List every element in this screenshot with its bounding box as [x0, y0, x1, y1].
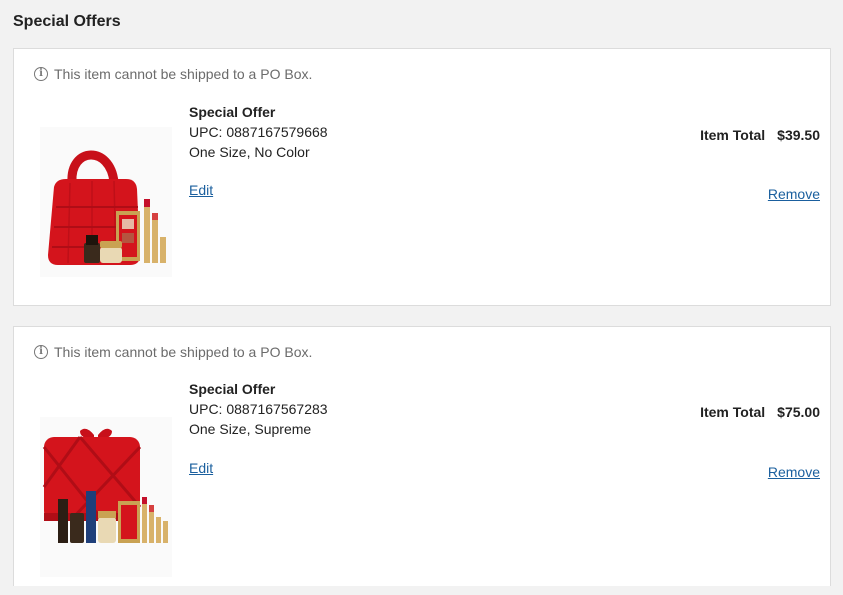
cart-item-card: i This item cannot be shipped to a PO Bo…: [13, 326, 831, 586]
shipping-notice-text: This item cannot be shipped to a PO Box.: [54, 344, 313, 360]
item-total-value: $39.50: [777, 127, 820, 143]
edit-link[interactable]: Edit: [189, 460, 213, 476]
info-icon: i: [34, 345, 48, 359]
info-icon: i: [34, 67, 48, 81]
product-details: Special Offer UPC: 0887167579668 One Siz…: [189, 102, 328, 162]
product-variant: One Size, Supreme: [189, 421, 312, 437]
product-upc: UPC: 0887167567283: [189, 401, 328, 417]
product-variant: One Size, No Color: [189, 144, 310, 160]
item-total-value: $75.00: [777, 404, 820, 420]
remove-link[interactable]: Remove: [768, 464, 820, 480]
item-total-label: Item Total: [700, 404, 766, 420]
shipping-notice: i This item cannot be shipped to a PO Bo…: [34, 66, 312, 82]
item-total: Item Total $39.50: [700, 127, 820, 143]
product-details: Special Offer UPC: 0887167567283 One Siz…: [189, 379, 328, 439]
shipping-notice: i This item cannot be shipped to a PO Bo…: [34, 344, 312, 360]
section-title: Special Offers: [13, 13, 121, 30]
product-name: Special Offer: [189, 104, 276, 120]
shipping-notice-text: This item cannot be shipped to a PO Box.: [54, 66, 313, 82]
cart-item-card: i This item cannot be shipped to a PO Bo…: [13, 48, 831, 306]
product-image[interactable]: [40, 127, 172, 277]
item-total: Item Total $75.00: [700, 404, 820, 420]
product-image[interactable]: [40, 417, 172, 577]
remove-link[interactable]: Remove: [768, 186, 820, 202]
red-bag-gift-set-image: [48, 150, 166, 265]
product-upc: UPC: 0887167579668: [189, 124, 328, 140]
edit-link[interactable]: Edit: [189, 182, 213, 198]
item-total-label: Item Total: [700, 127, 766, 143]
product-name: Special Offer: [189, 381, 276, 397]
red-case-gift-set-image: [42, 428, 168, 543]
